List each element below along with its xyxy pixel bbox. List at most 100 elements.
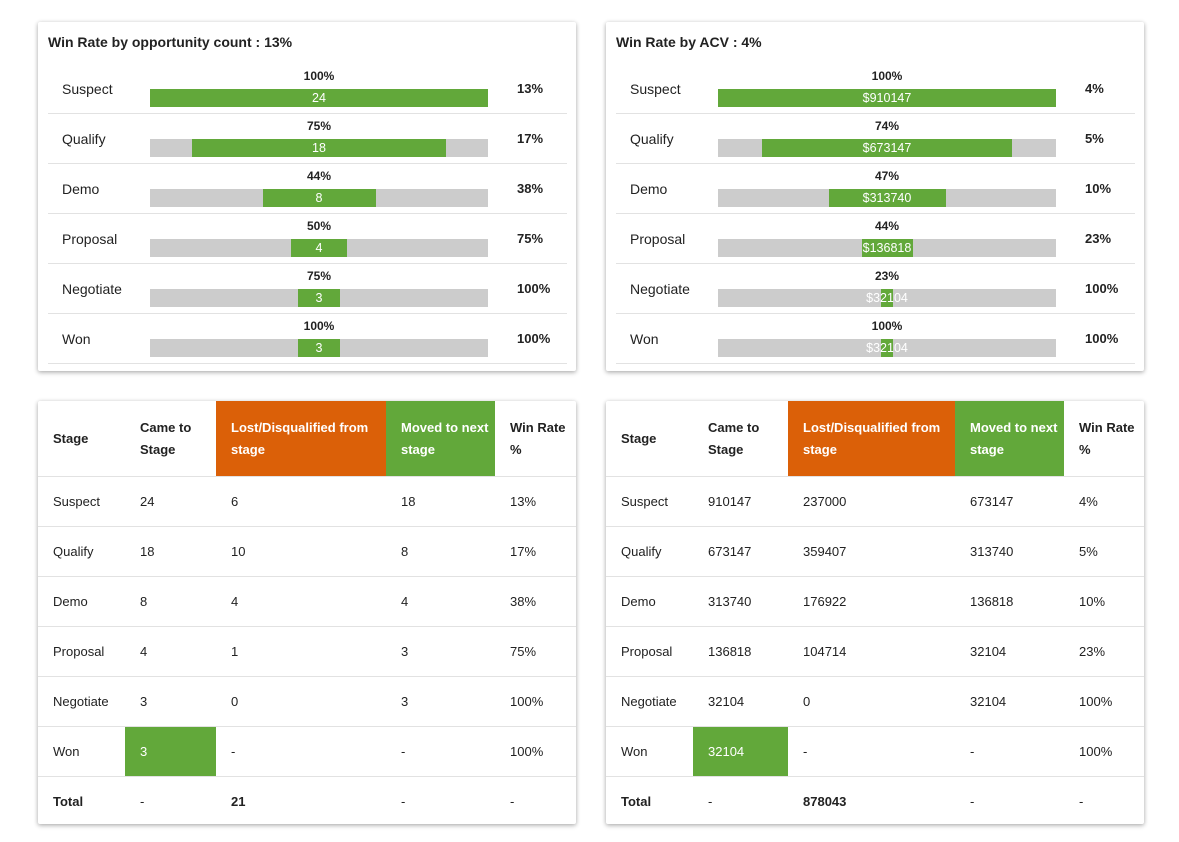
funnel-conversion-pct: 47% <box>874 169 900 183</box>
header-stage[interactable]: Stage <box>606 401 693 477</box>
cell-moved: 313740 <box>955 526 1064 577</box>
header-stage[interactable]: Stage <box>38 401 125 477</box>
header-lost-disqualified[interactable]: Lost/Disqualified from stage <box>216 401 386 477</box>
funnel-bar-track: 18 <box>150 139 488 157</box>
funnel-win-rate: 100% <box>517 331 551 346</box>
cell-win-rate: - <box>510 794 515 809</box>
funnel-row[interactable]: Negotiate 75% 3 100% <box>48 264 567 314</box>
cell-lost: 0 <box>216 676 386 727</box>
funnel-bar-value: $673147 <box>862 141 912 155</box>
table-total-row[interactable]: Total - 878043 - - <box>606 777 1144 827</box>
cell-came: 18 <box>125 526 216 577</box>
funnel-row[interactable]: Suspect 100% $910147 4% <box>616 64 1135 114</box>
funnel-bar-value: 24 <box>312 91 326 105</box>
table-row[interactable]: Proposal 136818 104714 32104 23% <box>606 626 1144 677</box>
header-came-to-stage[interactable]: Came to Stage <box>125 401 216 477</box>
cell-stage: Won <box>38 726 125 777</box>
cell-stage: Suspect <box>38 476 125 527</box>
funnel-row[interactable]: Proposal 44% $136818 23% <box>616 214 1135 264</box>
cell-stage: Negotiate <box>38 676 125 727</box>
header-lost-disqualified[interactable]: Lost/Disqualified from stage <box>788 401 955 477</box>
table-row[interactable]: Demo 313740 176922 136818 10% <box>606 576 1144 627</box>
cell-moved: 3 <box>386 676 495 727</box>
funnel-row[interactable]: Proposal 50% 4 75% <box>48 214 567 264</box>
table-row[interactable]: Suspect 24 6 18 13% <box>38 476 576 527</box>
cell-came: 24 <box>125 476 216 527</box>
header-came-to-stage[interactable]: Came to Stage <box>693 401 788 477</box>
funnel-title: Win Rate by opportunity count : 13% <box>48 34 293 50</box>
funnel-bar-track: $673147 <box>718 139 1056 157</box>
cell-moved: - <box>955 726 1064 777</box>
table-row[interactable]: Qualify 673147 359407 313740 5% <box>606 526 1144 577</box>
funnel-stage-label: Suspect <box>630 81 681 97</box>
table-row[interactable]: Proposal 4 1 3 75% <box>38 626 576 677</box>
cell-lost: 359407 <box>788 526 955 577</box>
funnel-bar-track: 8 <box>150 189 488 207</box>
cell-came: 8 <box>125 576 216 627</box>
funnel-conversion-pct: 74% <box>874 119 900 133</box>
header-moved-to-next[interactable]: Moved to next stage <box>955 401 1064 477</box>
funnel-win-rate: 38% <box>517 181 544 196</box>
cell-stage: Proposal <box>38 626 125 677</box>
funnel-conversion-pct: 23% <box>874 269 900 283</box>
table-header-row: Stage Came to Stage Lost/Disqualified fr… <box>606 401 1144 477</box>
funnel-conversion-pct: 100% <box>303 319 335 333</box>
funnel-bar-value: $32104 <box>866 341 908 355</box>
funnel-bar-track: 3 <box>150 289 488 307</box>
stage-table: Stage Came to Stage Lost/Disqualified fr… <box>38 401 576 826</box>
cell-lost: 176922 <box>788 576 955 627</box>
header-win-rate[interactable]: Win Rate % <box>1064 401 1144 477</box>
table-row[interactable]: Suspect 910147 237000 673147 4% <box>606 476 1144 527</box>
funnel-row[interactable]: Won 100% 3 100% <box>48 314 567 364</box>
funnel-row[interactable]: Suspect 100% 24 13% <box>48 64 567 114</box>
funnel-win-rate: 75% <box>517 231 544 246</box>
table-row[interactable]: Negotiate 32104 0 32104 100% <box>606 676 1144 727</box>
funnel-stage-label: Qualify <box>630 131 674 147</box>
cell-moved: 136818 <box>955 576 1064 627</box>
cell-moved: 32104 <box>955 626 1064 677</box>
table-row[interactable]: Won 3 - - 100% <box>38 726 576 777</box>
table-row[interactable]: Demo 8 4 4 38% <box>38 576 576 627</box>
funnel-row[interactable]: Negotiate 23% $32104 100% <box>616 264 1135 314</box>
funnel-stage-label: Negotiate <box>630 281 690 297</box>
stage-table: Stage Came to Stage Lost/Disqualified fr… <box>606 401 1144 826</box>
table-row[interactable]: Qualify 18 10 8 17% <box>38 526 576 577</box>
cell-moved: - <box>970 794 975 809</box>
funnel-stage-label: Proposal <box>630 231 686 247</box>
table-row[interactable]: Negotiate 3 0 3 100% <box>38 676 576 727</box>
funnel-bar-value: $32104 <box>866 291 908 305</box>
funnel-bar-track: $910147 <box>718 89 1056 107</box>
cell-total-label: Total <box>53 794 84 809</box>
cell-came: 3 <box>125 676 216 727</box>
table-row[interactable]: Won 32104 - - 100% <box>606 726 1144 777</box>
funnel-win-rate: 10% <box>1085 181 1112 196</box>
funnel-row[interactable]: Won 100% $32104 100% <box>616 314 1135 364</box>
funnel-win-rate: 23% <box>1085 231 1112 246</box>
cell-lost: 237000 <box>788 476 955 527</box>
funnel-bar-value: $910147 <box>862 91 912 105</box>
funnel-bar-value: 4 <box>315 241 323 255</box>
funnel-win-rate: 13% <box>517 81 544 96</box>
cell-win-rate: 13% <box>495 476 576 527</box>
funnel-row[interactable]: Qualify 75% 18 17% <box>48 114 567 164</box>
funnel-stage-label: Demo <box>62 181 100 197</box>
cell-total-lost: 878043 <box>803 794 847 809</box>
funnel-conversion-pct: 100% <box>871 319 903 333</box>
funnel-bar-track: $32104 <box>718 289 1056 307</box>
cell-came-won-highlight: 3 <box>125 726 216 777</box>
funnel-row[interactable]: Demo 47% $313740 10% <box>616 164 1135 214</box>
table-total-row[interactable]: Total - 21 - - <box>38 777 576 827</box>
cell-lost: - <box>788 726 955 777</box>
header-moved-to-next[interactable]: Moved to next stage <box>386 401 495 477</box>
funnel-conversion-pct: 44% <box>306 169 332 183</box>
funnel-bar-value: 8 <box>315 191 323 205</box>
funnel-row[interactable]: Qualify 74% $673147 5% <box>616 114 1135 164</box>
funnel-win-rate: 17% <box>517 131 544 146</box>
funnel-stage-label: Negotiate <box>62 281 122 297</box>
funnel-conversion-pct: 50% <box>306 219 332 233</box>
funnel-card-acv: Win Rate by ACV : 4% Suspect 100% $91014… <box>606 22 1144 371</box>
funnel-row[interactable]: Demo 44% 8 38% <box>48 164 567 214</box>
header-win-rate[interactable]: Win Rate % <box>495 401 576 477</box>
funnel-rows: Suspect 100% 24 13% Qualify 75% 18 17% D… <box>48 64 567 364</box>
cell-win-rate: 4% <box>1064 476 1144 527</box>
